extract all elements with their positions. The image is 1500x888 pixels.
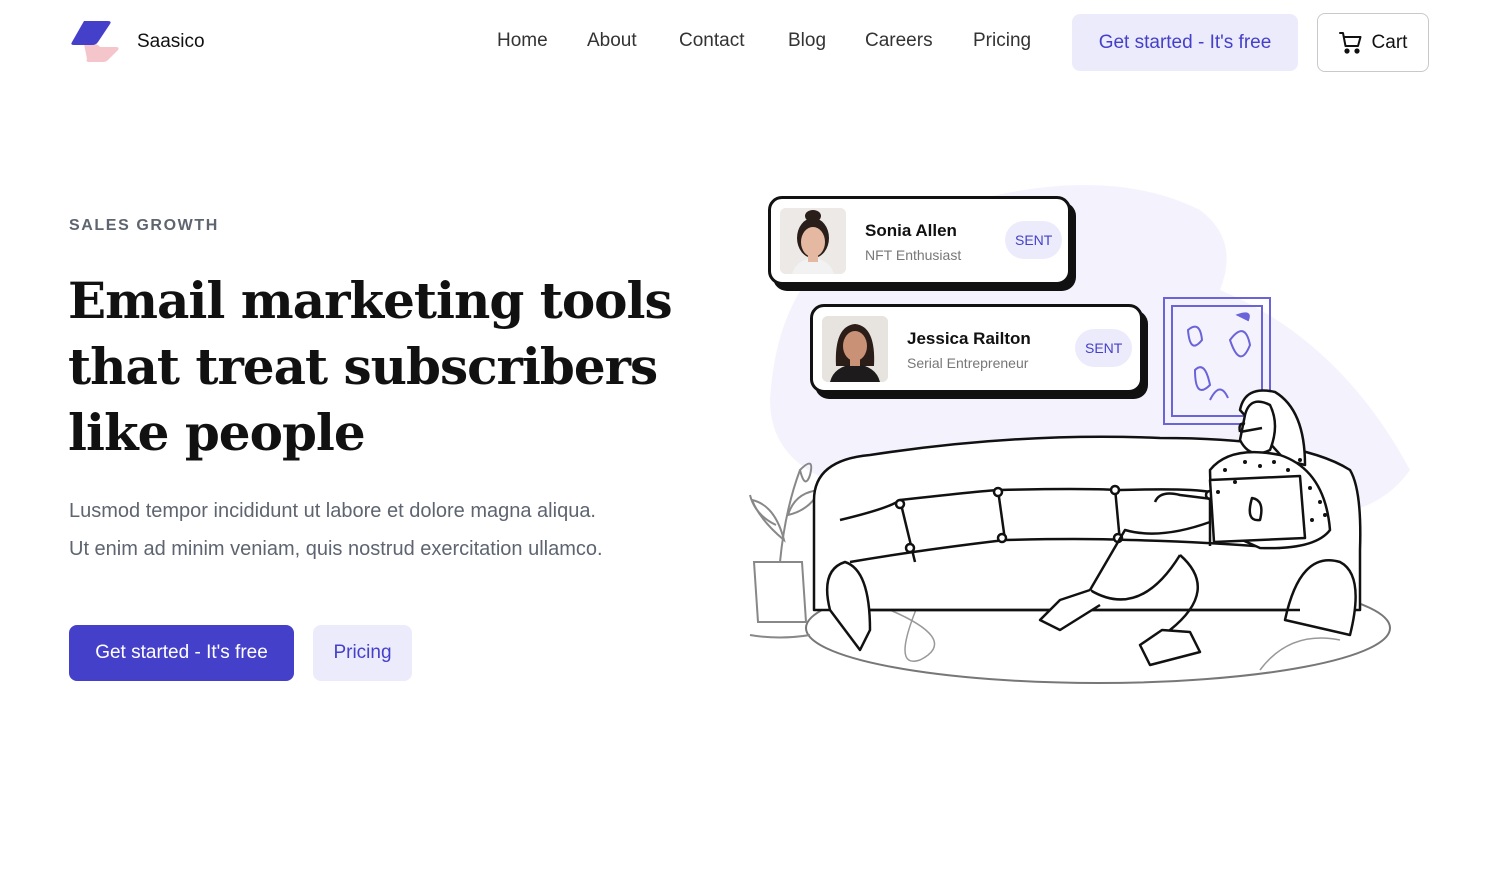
- nav-home[interactable]: Home: [497, 30, 548, 52]
- site-header: Saasico Home About Contact Blog Careers …: [0, 0, 1500, 86]
- status-badge: SENT: [1005, 221, 1063, 259]
- cart-icon: [1338, 31, 1362, 54]
- card-name: Jessica Railton: [907, 329, 1031, 348]
- card-role: NFT Enthusiast: [865, 247, 962, 263]
- hero-illustration: Sonia Allen NFT Enthusiast SENT Jessica …: [740, 170, 1430, 700]
- brand-name[interactable]: Saasico: [137, 31, 205, 53]
- nav-contact[interactable]: Contact: [679, 30, 744, 52]
- nav-pricing[interactable]: Pricing: [973, 30, 1031, 52]
- logo-icon[interactable]: [70, 20, 126, 64]
- get-started-button[interactable]: Get started - It's free: [69, 625, 294, 681]
- cart-button[interactable]: Cart: [1317, 13, 1429, 72]
- contact-card-jessica: Jessica Railton Serial Entrepreneur SENT: [810, 304, 1143, 393]
- plant: [749, 462, 822, 639]
- get-started-header-button[interactable]: Get started - It's free: [1072, 14, 1298, 71]
- contact-card-sonia: Sonia Allen NFT Enthusiast SENT: [768, 196, 1071, 285]
- hero-subtext-line-2: Ut enim ad minim veniam, quis nostrud ex…: [69, 538, 603, 560]
- hero-subtext-line-1: Lusmod tempor incididunt ut labore et do…: [69, 500, 596, 522]
- card-name: Sonia Allen: [865, 221, 957, 240]
- avatar-sonia: [780, 208, 846, 274]
- hero-headline: Email marketing tools that treat subscri…: [68, 271, 673, 462]
- hero-eyebrow: SALES GROWTH: [69, 217, 219, 234]
- nav-blog[interactable]: Blog: [788, 30, 826, 52]
- card-role: Serial Entrepreneur: [907, 355, 1029, 371]
- avatar-jessica: [822, 316, 888, 382]
- nav-careers[interactable]: Careers: [865, 30, 933, 52]
- hero-subtext: Lusmod tempor incididunt ut labore et do…: [69, 492, 709, 568]
- status-badge: SENT: [1075, 329, 1133, 367]
- nav-about[interactable]: About: [587, 30, 637, 52]
- pricing-button[interactable]: Pricing: [313, 625, 412, 681]
- cart-label: Cart: [1371, 31, 1408, 53]
